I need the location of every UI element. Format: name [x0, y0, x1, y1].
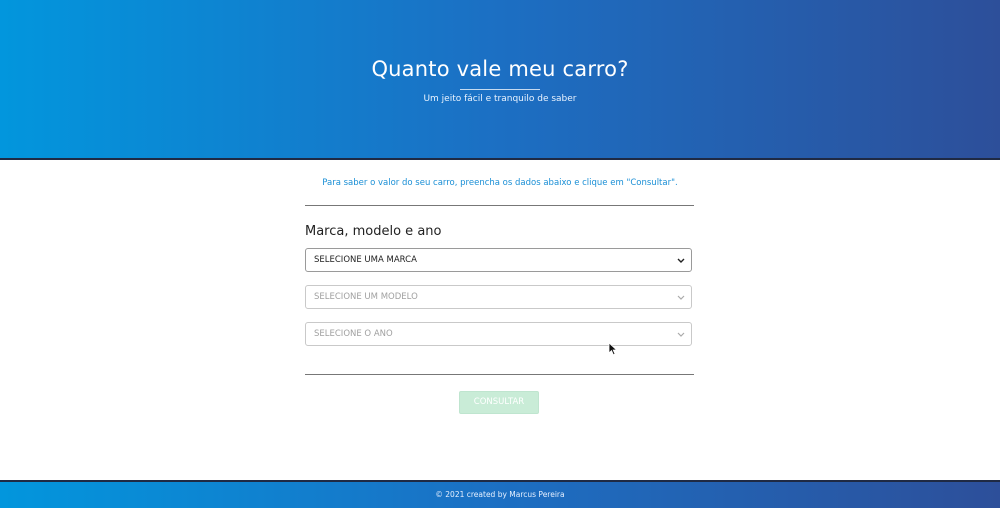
title-divider	[460, 89, 540, 90]
year-select[interactable]: SELECIONE O ANO	[305, 322, 692, 346]
brand-select-value: SELECIONE UMA MARCA	[314, 255, 417, 265]
chevron-down-icon	[677, 258, 685, 263]
section-title: Marca, modelo e ano	[305, 224, 442, 239]
chevron-down-icon	[677, 295, 685, 300]
divider-top	[305, 205, 694, 206]
instructions-text: Para saber o valor do seu carro, preench…	[322, 178, 678, 188]
year-select-value: SELECIONE O ANO	[314, 329, 393, 339]
model-select[interactable]: SELECIONE UM MODELO	[305, 285, 692, 309]
consult-button[interactable]: CONSULTAR	[459, 391, 539, 414]
model-select-value: SELECIONE UM MODELO	[314, 292, 418, 302]
mouse-cursor-icon	[608, 342, 618, 356]
brand-select[interactable]: SELECIONE UMA MARCA	[305, 248, 692, 272]
page-footer: © 2021 created by Marcus Pereira	[0, 480, 1000, 508]
footer-credit: © 2021 created by Marcus Pereira	[435, 490, 565, 499]
page-title: Quanto vale meu carro?	[371, 57, 629, 81]
hero-banner: Quanto vale meu carro? Um jeito fácil e …	[0, 0, 1000, 160]
divider-bottom	[305, 374, 694, 375]
page-subtitle: Um jeito fácil e tranquilo de saber	[423, 94, 577, 104]
chevron-down-icon	[677, 332, 685, 337]
